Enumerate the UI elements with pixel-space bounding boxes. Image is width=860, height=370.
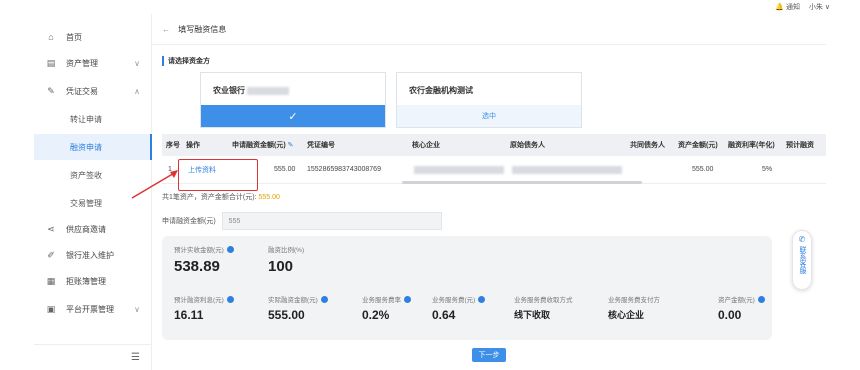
apply-amount-input[interactable]: 555 <box>221 212 442 230</box>
chevron-up-icon: ∧ <box>134 86 140 96</box>
summary-amount: 555.00 <box>258 194 280 201</box>
col-voucher: 凭证编号 <box>307 142 335 149</box>
metric-expected-received: 预计实收金额(元) 538.89 <box>174 244 234 275</box>
check-icon: ✓ <box>201 105 385 127</box>
sidebar-item-label: 供应商邀请 <box>66 224 106 234</box>
metric-service-fee: 业务服务费(元) 0.64 <box>432 294 486 322</box>
highlight-box <box>178 159 258 191</box>
asset-summary: 共1笔资产，资产金额合计(元): 555.00 <box>162 194 280 201</box>
sidebar-item-home[interactable]: ⌂ 首页 <box>34 24 152 50</box>
sidebar-sub-financing[interactable]: 融资申请 <box>34 134 152 160</box>
sidebar-item-assets[interactable]: ▤ 资产管理 ∨ <box>34 50 152 76</box>
contact-label: 联系客服 <box>799 246 806 274</box>
funder-name: 农业银行 <box>213 85 289 96</box>
sidebar-sub-transfer[interactable]: 转让申请 <box>34 106 152 132</box>
metric-fee-collection: 业务服务费收取方式 线下收取 <box>514 297 573 320</box>
metric-financing-ratio: 融资比例(%) 100 <box>268 247 305 275</box>
metric-asset-amount: 资产金额(元) 0.00 <box>718 294 765 322</box>
cell-core-company <box>412 156 504 183</box>
user-menu[interactable]: 小朱 ∨ <box>809 2 830 12</box>
edit-icon: ✎ <box>47 85 55 96</box>
metric-fee-payer: 业务服务费支付方 核心企业 <box>608 297 660 320</box>
sidebar-footer: ☰ <box>34 344 152 370</box>
main-content: ← 填写融资信息 请选择资金方 农业银行 ✓ 农行金融机构测试 选中 序号 操作… <box>152 14 826 370</box>
col-debtor: 原始债务人 <box>510 142 545 149</box>
sidebar-item-label: 资产管理 <box>66 58 98 68</box>
select-button[interactable]: 选中 <box>397 105 581 127</box>
cell-asset-amount: 555.00 <box>692 166 714 173</box>
funder-card-selected[interactable]: 农业银行 ✓ <box>200 72 386 128</box>
table-scrollbar[interactable] <box>402 181 642 184</box>
cell-index: 1 <box>168 166 172 173</box>
col-rate: 融资利率(年化) <box>728 142 775 149</box>
funder-name: 农行金融机构测试 <box>409 86 473 95</box>
cell-rate: 5% <box>762 166 773 173</box>
pen-icon: ✐ <box>47 249 55 260</box>
sidebar-sub-asset-sign[interactable]: 资产签收 <box>34 162 152 188</box>
metric-expected-interest: 预计融资利息(元) 16.11 <box>174 294 234 322</box>
doc-icon: ▤ <box>46 57 56 68</box>
help-icon[interactable] <box>226 245 234 253</box>
next-button[interactable]: 下一步 <box>472 348 506 362</box>
list-icon: ▦ <box>46 275 56 286</box>
apply-amount-label: 申请融资金额(元) <box>162 218 216 225</box>
help-icon[interactable] <box>404 295 411 303</box>
redacted-text <box>247 86 289 95</box>
metric-actual-amount: 实际融资金额(元) 555.00 <box>268 294 328 322</box>
sidebar: ⌂ 首页 ▤ 资产管理 ∨ ✎ 凭证交易 ∧ 转让申请 融资申请 资产签收 交易… <box>34 14 152 370</box>
sidebar-item-bank-access[interactable]: ✐ 银行准入维护 <box>34 242 152 268</box>
divider <box>152 44 826 45</box>
top-bar: 🔔 通知 小朱 ∨ <box>0 0 860 14</box>
help-icon[interactable] <box>320 295 328 303</box>
share-icon: ⋖ <box>47 223 55 234</box>
home-icon: ⌂ <box>48 32 54 42</box>
col-co-debtor: 共同债务人 <box>630 142 665 149</box>
sidebar-item-invoicing[interactable]: ▣ 平台开票管理 ∨ <box>34 296 152 322</box>
sidebar-item-voucher-trade[interactable]: ✎ 凭证交易 ∧ <box>34 78 152 104</box>
calculation-panel: 预计实收金额(元) 538.89 融资比例(%) 100 预计融资利息(元) 1… <box>162 236 772 340</box>
phone-icon: ✆ <box>798 235 806 244</box>
sidebar-item-ledger[interactable]: ▦ 拒账簿管理 <box>34 268 152 294</box>
collapse-menu-icon[interactable]: ☰ <box>131 352 140 363</box>
sidebar-item-label: 凭证交易 <box>66 86 98 96</box>
sidebar-item-label: 首页 <box>66 32 82 42</box>
col-expected: 预计融资 <box>786 142 814 149</box>
col-core-company: 核心企业 <box>412 142 440 149</box>
help-icon[interactable] <box>757 295 765 303</box>
sidebar-item-label: 银行准入维护 <box>66 250 114 260</box>
help-icon[interactable] <box>478 295 486 303</box>
col-apply-amount: 申请融资金额(元) ✎ <box>232 141 294 149</box>
col-asset-amount: 资产金额(元) <box>678 142 718 149</box>
col-index: 序号 <box>166 142 180 149</box>
redacted-text <box>414 165 504 174</box>
funder-card[interactable]: 农行金融机构测试 选中 <box>396 72 582 128</box>
metric-service-rate: 业务服务费率 0.2% <box>362 294 411 322</box>
table-header: 序号 操作 申请融资金额(元) ✎ 凭证编号 核心企业 原始债务人 共同债务人 … <box>162 134 826 156</box>
bell-icon: 🔔 <box>775 4 785 11</box>
sidebar-sub-trade-mgmt[interactable]: 交易管理 <box>34 190 152 216</box>
section-title: 请选择资金方 <box>162 56 210 66</box>
sidebar-item-supplier-invite[interactable]: ⋖ 供应商邀请 <box>34 216 152 242</box>
col-action: 操作 <box>186 142 200 149</box>
chevron-down-icon: ∨ <box>134 304 140 314</box>
notification-link[interactable]: 🔔 通知 <box>775 2 800 12</box>
table-row: 1 上传资料 555.00 1552865983743008769 555.00… <box>162 156 826 184</box>
breadcrumb: ← 填写融资信息 <box>162 24 226 35</box>
back-arrow-icon[interactable]: ← <box>162 25 170 34</box>
apply-amount-row: 申请融资金额(元) 555 <box>162 212 442 230</box>
cell-amount: 555.00 <box>274 166 296 173</box>
sidebar-item-label: 平台开票管理 <box>66 304 114 314</box>
edit-icon[interactable]: ✎ <box>288 141 294 149</box>
cell-voucher: 1552865983743008769 <box>307 166 381 173</box>
sidebar-item-label: 拒账簿管理 <box>66 276 106 286</box>
redacted-text <box>512 165 622 174</box>
chevron-down-icon: ∨ <box>134 58 140 68</box>
contact-support-button[interactable]: ✆ 联系客服 <box>792 230 812 290</box>
cell-debtor <box>510 156 622 183</box>
box-icon: ▣ <box>46 303 56 314</box>
asset-table: 序号 操作 申请融资金额(元) ✎ 凭证编号 核心企业 原始债务人 共同债务人 … <box>162 134 826 184</box>
page-title: 填写融资信息 <box>178 25 227 34</box>
help-icon[interactable] <box>226 295 234 303</box>
